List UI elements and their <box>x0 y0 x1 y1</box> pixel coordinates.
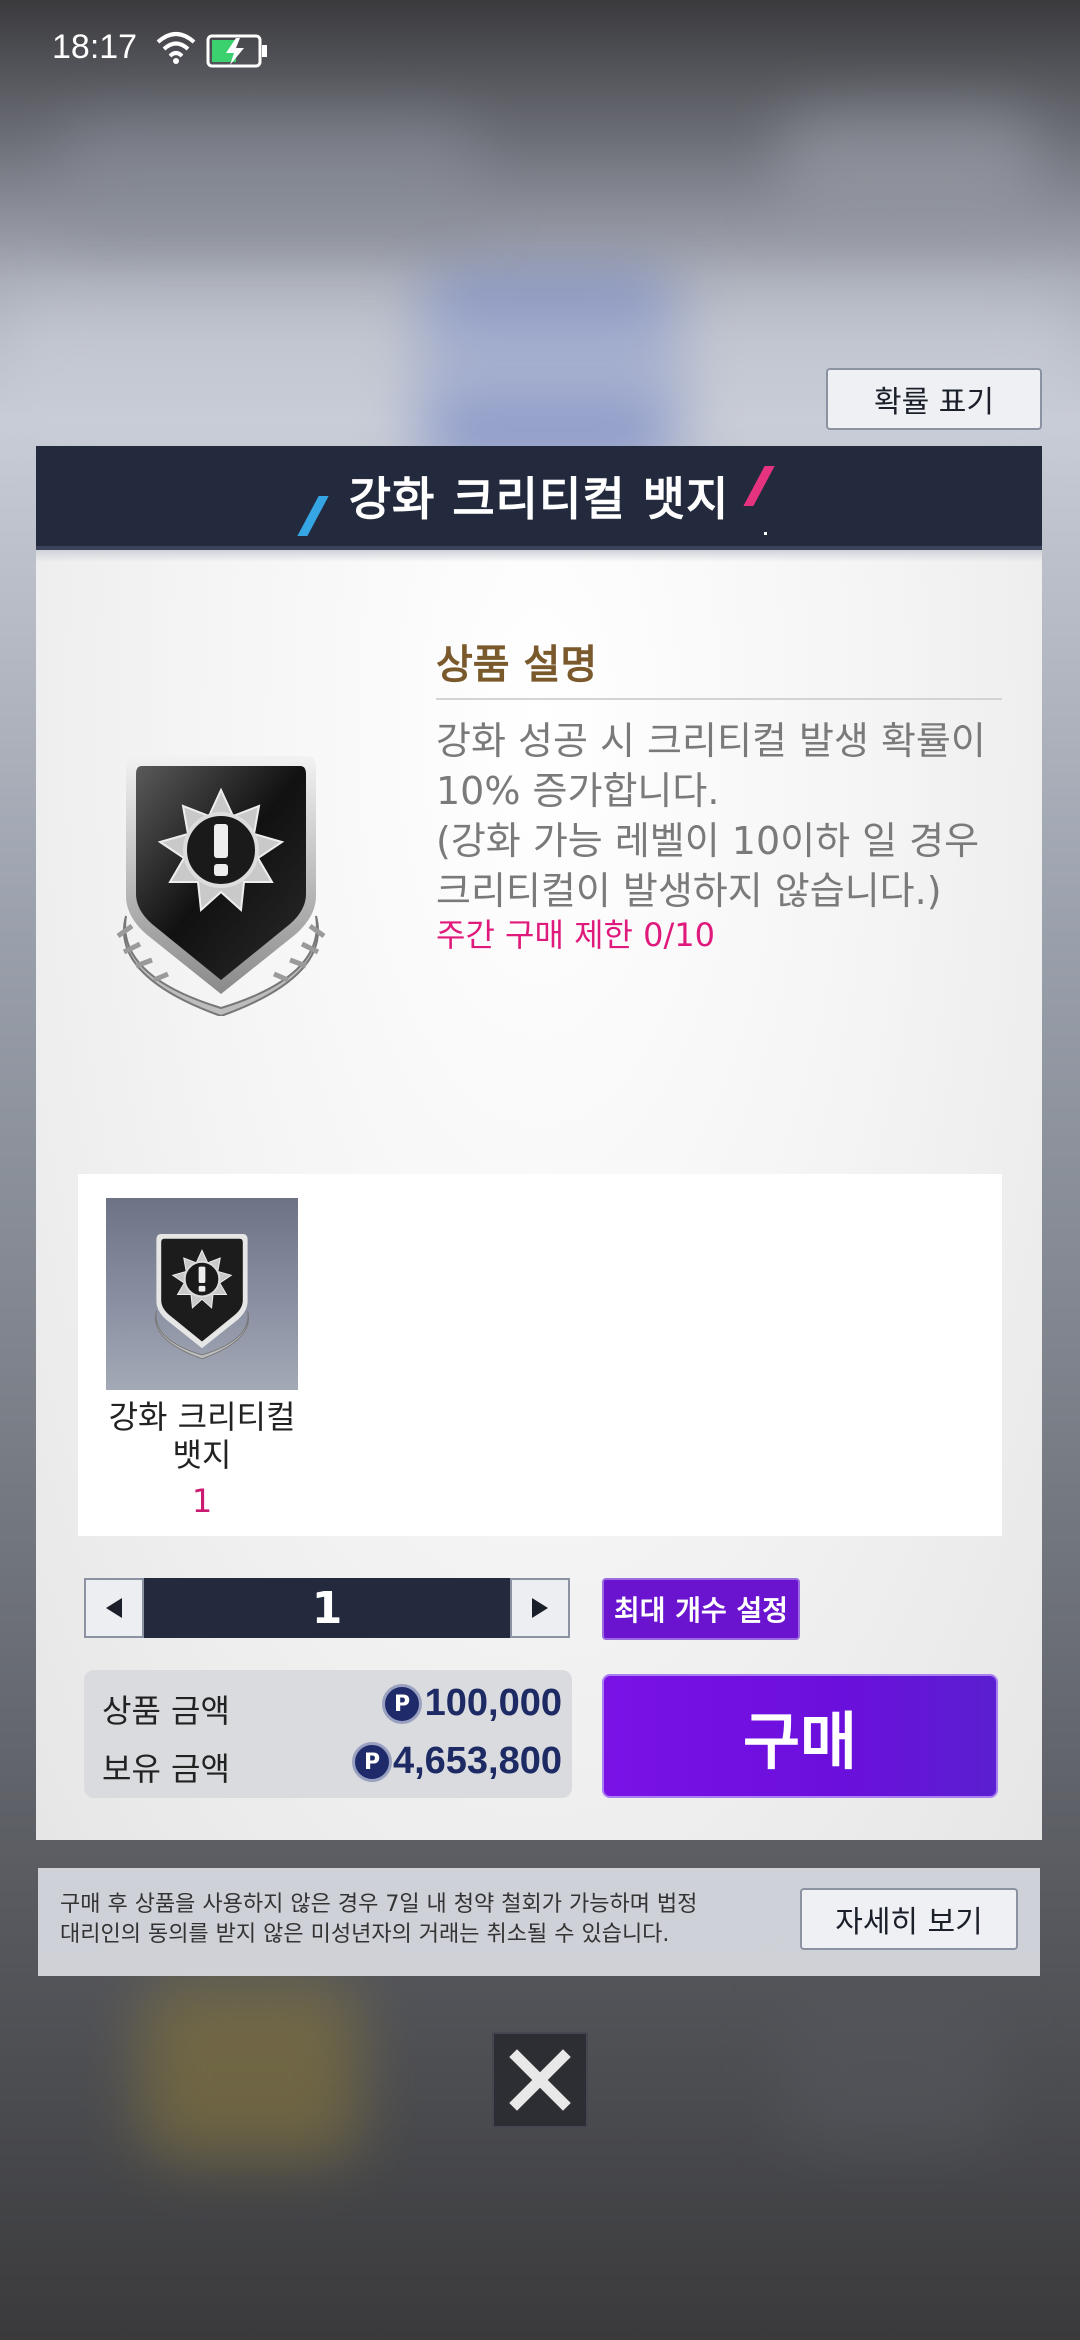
quantity-value[interactable]: 1 <box>144 1578 510 1638</box>
point-coin-icon: P <box>382 1684 422 1724</box>
status-time: 18:17 <box>52 28 138 66</box>
included-items-box: 강화 크리티컬 뱃지 1 <box>78 1174 1002 1536</box>
probability-display-button[interactable]: 확률 표기 <box>826 368 1042 430</box>
description-heading: 상품 설명 <box>436 642 598 688</box>
quantity-increase-button[interactable] <box>510 1578 570 1638</box>
triangle-left-icon <box>106 1598 122 1618</box>
wifi-icon <box>156 32 196 64</box>
description-divider <box>436 698 1002 700</box>
price-label: 상품 금액 <box>102 1692 230 1730</box>
weekly-purchase-limit: 주간 구매 제한 0/10 <box>436 916 716 954</box>
quantity-decrease-button[interactable] <box>84 1578 144 1638</box>
close-button[interactable] <box>492 2032 588 2128</box>
status-bar: 18:17 <box>0 0 1080 100</box>
price-row: 상품 금액 P 100,000 <box>102 1680 562 1730</box>
purchase-dialog: 강화 크리티컬 뱃지 상품 설명 강화 성공 시 크리티컬 발생 확률이 10%… <box>36 446 1042 1840</box>
balance-label: 보유 금액 <box>102 1750 230 1788</box>
balance-row: 보유 금액 P 4,653,800 <box>102 1738 562 1788</box>
triangle-right-icon <box>532 1598 548 1618</box>
close-icon <box>509 2049 571 2111</box>
item-count: 1 <box>191 1482 213 1520</box>
refund-notice: 구매 후 상품을 사용하지 않은 경우 7일 내 청약 철회가 가능하며 법정 … <box>38 1868 1040 1976</box>
title-bar-shadow <box>36 550 1042 562</box>
battery-charging-icon <box>206 34 267 68</box>
dialog-title: 강화 크리티컬 뱃지 <box>348 472 730 526</box>
balance-value: 4,653,800 <box>392 1740 562 1782</box>
point-coin-icon: P <box>352 1742 392 1782</box>
critical-badge-icon <box>116 756 326 1016</box>
critical-badge-icon <box>154 1234 250 1359</box>
buy-button[interactable]: 구매 <box>602 1674 998 1798</box>
item-name: 강화 크리티컬 뱃지 <box>108 1398 296 1474</box>
set-max-quantity-button[interactable]: 최대 개수 설정 <box>602 1578 800 1640</box>
item-thumbnail[interactable] <box>106 1198 298 1390</box>
price-value: 100,000 <box>424 1682 562 1724</box>
notice-text: 구매 후 상품을 사용하지 않은 경우 7일 내 청약 철회가 가능하며 법정 … <box>60 1892 698 1947</box>
dialog-title-bar: 강화 크리티컬 뱃지 <box>36 446 1042 550</box>
description-text: 강화 성공 시 크리티컬 발생 확률이 10% 증가합니다. (강화 가능 레벨… <box>436 719 986 913</box>
view-details-button[interactable]: 자세히 보기 <box>800 1888 1018 1950</box>
price-summary: 상품 금액 P 100,000 보유 금액 P 4,653,800 <box>84 1670 572 1798</box>
